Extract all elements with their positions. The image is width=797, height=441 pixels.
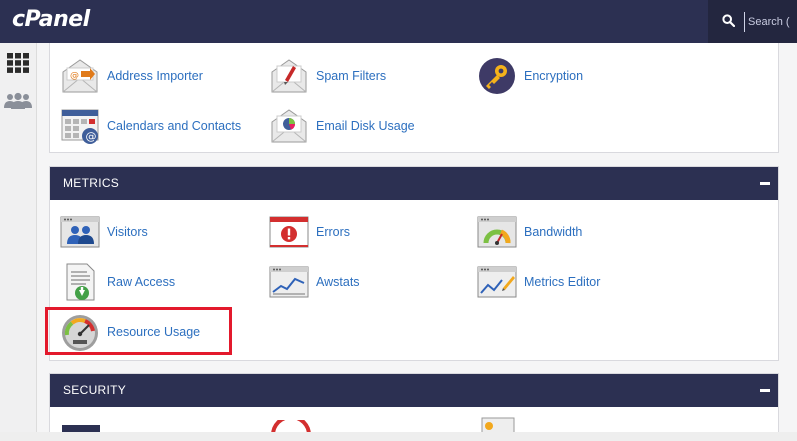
grid-icon (7, 53, 29, 73)
email-disk-usage-link[interactable]: Email Disk Usage (269, 104, 415, 148)
calendars-contacts-label: Calendars and Contacts (107, 119, 242, 133)
calendars-icon: @ (61, 109, 99, 144)
visitors-link[interactable]: Visitors (60, 210, 148, 254)
raw-access-link[interactable]: Raw Access (60, 260, 175, 304)
bandwidth-link[interactable]: Bandwidth (477, 210, 582, 254)
encryption-label: Encryption (524, 69, 584, 83)
raw-access-label: Raw Access (107, 275, 176, 289)
calendars-contacts-link[interactable]: @ Calendars and Contacts (60, 104, 241, 148)
errors-icon (269, 216, 309, 248)
home-grid-button[interactable] (4, 49, 32, 77)
main-content: @ Address Importer Spam Filters Encrypti… (37, 43, 797, 441)
metrics-editor-link[interactable]: Metrics Editor (477, 260, 600, 304)
awstats-label: Awstats (316, 275, 360, 289)
bottom-strip (0, 432, 797, 441)
search-box (708, 0, 797, 43)
bandwidth-label: Bandwidth (524, 225, 583, 239)
collapse-icon[interactable] (760, 389, 770, 392)
errors-link[interactable]: Errors (269, 210, 350, 254)
sidebar (0, 43, 37, 441)
resource-usage-icon (62, 315, 98, 351)
security-panel: SECURITY (49, 373, 779, 441)
visitors-icon (60, 216, 100, 248)
metrics-panel: METRICS Visitors Errors Bandwidth Raw Ac… (49, 166, 779, 361)
cpanel-logo[interactable]: cPanel (12, 7, 90, 32)
resource-usage-label: Resource Usage (107, 325, 201, 339)
email-disk-usage-label: Email Disk Usage (316, 119, 415, 133)
awstats-icon (269, 266, 309, 298)
svg-text:@: @ (70, 71, 79, 81)
metrics-title: METRICS (63, 176, 120, 190)
metrics-editor-icon (477, 266, 517, 298)
raw-access-icon (66, 263, 95, 301)
address-importer-icon: @ (62, 59, 98, 93)
svg-text:@: @ (86, 130, 97, 143)
spam-filters-label: Spam Filters (316, 69, 387, 83)
spam-filters-link[interactable]: Spam Filters (269, 54, 386, 98)
metrics-panel-header[interactable]: METRICS (50, 167, 778, 200)
encryption-link[interactable]: Encryption (477, 54, 583, 98)
security-title: SECURITY (63, 383, 127, 397)
resource-usage-link[interactable]: Resource Usage (60, 310, 200, 354)
address-importer-label: Address Importer (107, 69, 203, 83)
top-bar: cPanel (0, 0, 797, 43)
search-icon (722, 14, 735, 27)
address-importer-link[interactable]: @ Address Importer (60, 54, 203, 98)
partial-icon (286, 43, 312, 46)
email-panel: @ Address Importer Spam Filters Encrypti… (49, 43, 779, 153)
users-icon (4, 92, 32, 109)
spam-filters-icon (271, 59, 307, 93)
partial-icon (78, 43, 104, 46)
email-disk-usage-icon (271, 109, 307, 143)
awstats-link[interactable]: Awstats (269, 260, 360, 304)
search-input[interactable] (744, 12, 797, 32)
errors-label: Errors (316, 225, 351, 239)
visitors-label: Visitors (107, 225, 148, 239)
encryption-icon (479, 58, 515, 94)
users-button[interactable] (4, 87, 32, 115)
bandwidth-icon (477, 216, 517, 248)
metrics-editor-label: Metrics Editor (524, 275, 601, 289)
security-panel-header[interactable]: SECURITY (50, 374, 778, 407)
collapse-icon[interactable] (760, 182, 770, 185)
